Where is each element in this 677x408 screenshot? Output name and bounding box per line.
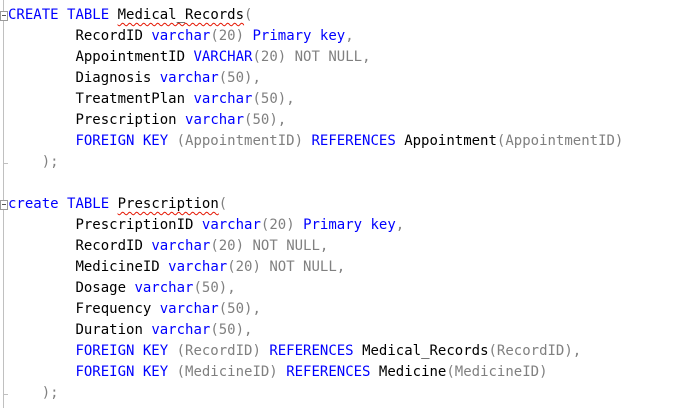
column-size: (20)	[252, 49, 287, 65]
code-line-12: RecordID varchar(20) NOT NULL,	[8, 236, 328, 257]
references-keyword: REFERENCES	[311, 133, 396, 149]
column-type: VARCHAR	[193, 49, 253, 65]
code-line-15: Frequency varchar(50),	[8, 299, 261, 320]
collapse-block-icon[interactable]	[0, 11, 8, 21]
references-keyword: REFERENCES	[269, 343, 354, 359]
column-type: varchar	[185, 112, 245, 128]
open-paren: (	[218, 196, 228, 212]
column-name: RecordID	[75, 238, 143, 254]
keyword-table: TABLE	[67, 196, 110, 212]
code-line-4: Diagnosis varchar(50),	[8, 68, 261, 89]
open-paren: (	[244, 7, 253, 23]
column-size: (50)	[252, 91, 287, 107]
code-line-19: );	[8, 383, 59, 404]
comma: ,	[345, 28, 354, 44]
column-type: varchar	[159, 301, 219, 317]
column-name: Frequency	[75, 301, 152, 317]
keyword-create: CREATE	[8, 7, 59, 23]
comma: ,	[227, 280, 236, 296]
column-type: varchar	[151, 28, 211, 44]
code-line-2: RecordID varchar(20) Primary key,	[8, 26, 354, 47]
not-null-constraint: NOT NULL	[269, 259, 337, 275]
primary-key-constraint: Primary key	[252, 28, 346, 44]
code-line-6: Prescription varchar(50),	[8, 110, 286, 131]
code-line-10: create TABLE Prescription(	[8, 194, 227, 215]
referenced-table: Medical_Records	[362, 343, 489, 359]
table-name-medical-records: Medical_Records	[117, 7, 245, 23]
column-name: Dosage	[75, 280, 127, 296]
foreign-key-keyword: FOREIGN KEY	[75, 343, 169, 359]
column-size: (50)	[210, 322, 245, 338]
code-line-7: FOREIGN KEY (AppointmentID) REFERENCES A…	[8, 131, 623, 152]
close-statement: );	[41, 154, 59, 170]
code-line-8: );	[8, 152, 59, 173]
fold-end-tick	[3, 394, 8, 395]
table-name-prescription: Prescription	[117, 196, 219, 212]
column-size: (20)	[210, 28, 245, 44]
foreign-key-keyword: FOREIGN KEY	[75, 364, 169, 380]
column-name: PrescriptionID	[75, 217, 194, 233]
column-name: Duration	[75, 322, 143, 338]
not-null-constraint: NOT NULL	[294, 49, 363, 65]
keyword-create: create	[8, 196, 59, 212]
code-line-13: MedicineID varchar(20) NOT NULL,	[8, 257, 345, 278]
referenced-table: Appointment	[404, 133, 497, 149]
column-size: (50)	[218, 301, 253, 317]
comma: ,	[252, 70, 261, 86]
column-size: (50)	[244, 112, 278, 128]
column-name: Diagnosis	[75, 70, 152, 86]
foreign-key-keyword: FOREIGN KEY	[75, 133, 169, 149]
column-type: varchar	[168, 259, 228, 275]
column-name: RecordID	[75, 28, 143, 44]
column-type: varchar	[134, 280, 194, 296]
code-line-14: Dosage varchar(50),	[8, 278, 236, 299]
foreign-key-column: (MedicineID)	[176, 364, 278, 380]
comma: ,	[572, 343, 582, 359]
column-type: varchar	[151, 322, 211, 338]
column-type: varchar	[151, 238, 211, 254]
referenced-column: (MedicineID)	[446, 364, 548, 380]
column-size: (20)	[260, 217, 295, 233]
comma: ,	[286, 91, 295, 107]
column-name: TreatmentPlan	[75, 91, 186, 107]
code-line-5: TreatmentPlan varchar(50),	[8, 89, 295, 110]
comma: ,	[277, 112, 287, 128]
column-type: varchar	[201, 217, 261, 233]
comma: ,	[395, 217, 405, 233]
referenced-table: Medicine	[378, 364, 447, 380]
code-line-16: Duration varchar(50),	[8, 320, 252, 341]
referenced-column: (RecordID)	[488, 343, 573, 359]
code-line-17: FOREIGN KEY (RecordID) REFERENCES Medica…	[8, 341, 581, 362]
column-name: MedicineID	[75, 259, 160, 275]
column-size: (20)	[210, 238, 245, 254]
column-type: varchar	[193, 91, 253, 107]
column-size: (20)	[227, 259, 261, 275]
sql-code-editor[interactable]: CREATE TABLE Medical_Records( RecordID v…	[0, 0, 677, 408]
comma: ,	[319, 238, 329, 254]
code-line-18: FOREIGN KEY (MedicineID) REFERENCES Medi…	[8, 362, 548, 383]
comma: ,	[336, 259, 346, 275]
foreign-key-column: (AppointmentID)	[176, 133, 304, 149]
comma: ,	[244, 322, 253, 338]
close-statement: );	[41, 385, 59, 401]
column-type: varchar	[159, 70, 219, 86]
not-null-constraint: NOT NULL	[252, 238, 320, 254]
keyword-table: TABLE	[67, 7, 110, 23]
references-keyword: REFERENCES	[286, 364, 371, 380]
code-line-11: PrescriptionID varchar(20) Primary key,	[8, 215, 404, 236]
column-name: AppointmentID	[75, 49, 186, 65]
column-name: Prescription	[75, 112, 177, 128]
collapse-block-icon[interactable]	[0, 200, 8, 210]
column-size: (50)	[193, 280, 228, 296]
code-line-3: AppointmentID VARCHAR(20) NOT NULL,	[8, 47, 371, 68]
referenced-column: (AppointmentID)	[496, 133, 624, 149]
primary-key-constraint: Primary key	[303, 217, 396, 233]
comma: ,	[362, 49, 371, 65]
code-line-1: CREATE TABLE Medical_Records(	[8, 5, 252, 26]
comma: ,	[252, 301, 261, 317]
column-size: (50)	[218, 70, 253, 86]
foreign-key-column: (RecordID)	[176, 343, 261, 359]
fold-end-tick	[3, 163, 8, 164]
